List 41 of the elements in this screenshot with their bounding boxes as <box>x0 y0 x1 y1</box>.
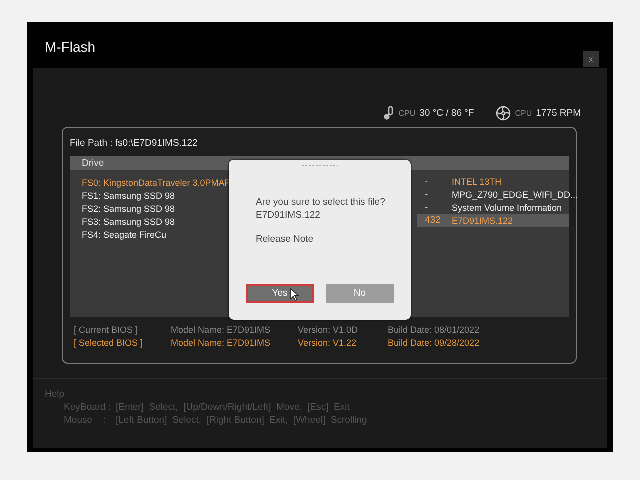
file-item[interactable]: System Volume Information <box>452 202 562 212</box>
sensor-label: CPU <box>515 108 532 118</box>
drive-item[interactable]: FS2: Samsung SSD 98 <box>82 204 176 214</box>
help-text: [Enter] Select, [Up/Down/Right/Left] Move, [Esc] Exit <box>116 402 350 415</box>
help-title: Help <box>45 389 66 402</box>
file-column-text: - <box>424 176 430 187</box>
drive-item[interactable]: FS0: KingstonDataTraveler 3.0PMAP <box>82 178 231 188</box>
help-text: [Left Button] Select, [Right Button] Exit, [Wheel] Scrolling <box>116 415 368 428</box>
file-item[interactable]: MPG_Z790_EDGE_WIFI_DD... <box>452 190 578 200</box>
dialog-message: Are you sure to select this file? <box>256 197 386 210</box>
sensor-value: 1775 RPM <box>536 108 581 118</box>
help-label: KeyBoard : <box>64 402 112 415</box>
release-note-link[interactable]: Release Note <box>256 234 314 247</box>
bios-version: Version: V1.22 <box>298 338 358 348</box>
dialog-button[interactable]: Yes <box>246 284 314 303</box>
model-name: Model Name: E7D91IMS <box>171 338 272 348</box>
drive-item[interactable]: FS3: Samsung SSD 98 <box>82 216 176 226</box>
sensor-value: 30 °C / 86 °F <box>420 108 474 118</box>
file-path: File Path : fs0:\E7D91IMS.122 <box>70 138 199 151</box>
close-button[interactable]: x <box>583 51 599 67</box>
thermometer-icon <box>382 106 395 120</box>
help-label: Mouse : <box>64 415 107 428</box>
file-column-text: 432 <box>424 215 442 226</box>
file-column-text: - <box>424 202 430 213</box>
bios-label: [ Selected BIOS ] <box>74 338 144 348</box>
build-date: Build Date: 09/28/2022 <box>388 338 480 348</box>
mouse-pointer-icon <box>290 288 299 301</box>
window-title: M-Flash <box>45 38 96 55</box>
model-name: Model Name: E7D91IMS <box>171 324 272 334</box>
file-column-text: - <box>424 189 430 200</box>
dialog-file-name: E7D91IMS.122 <box>256 210 322 223</box>
drive-item[interactable]: FS4: Seagate FireCu <box>82 230 167 240</box>
bios-version: Version: V1.0D <box>298 324 360 334</box>
drive-item[interactable]: FS1: Samsung SSD 98 <box>82 190 176 200</box>
grip-icon <box>302 164 338 167</box>
column-header: Drive <box>82 158 104 168</box>
fan-icon <box>496 106 512 120</box>
bios-label: [ Current BIOS ] <box>74 324 140 334</box>
sensor-label: CPU <box>398 108 416 118</box>
build-date: Build Date: 08/01/2022 <box>388 324 480 334</box>
file-item[interactable]: INTEL 13TH <box>452 176 502 186</box>
